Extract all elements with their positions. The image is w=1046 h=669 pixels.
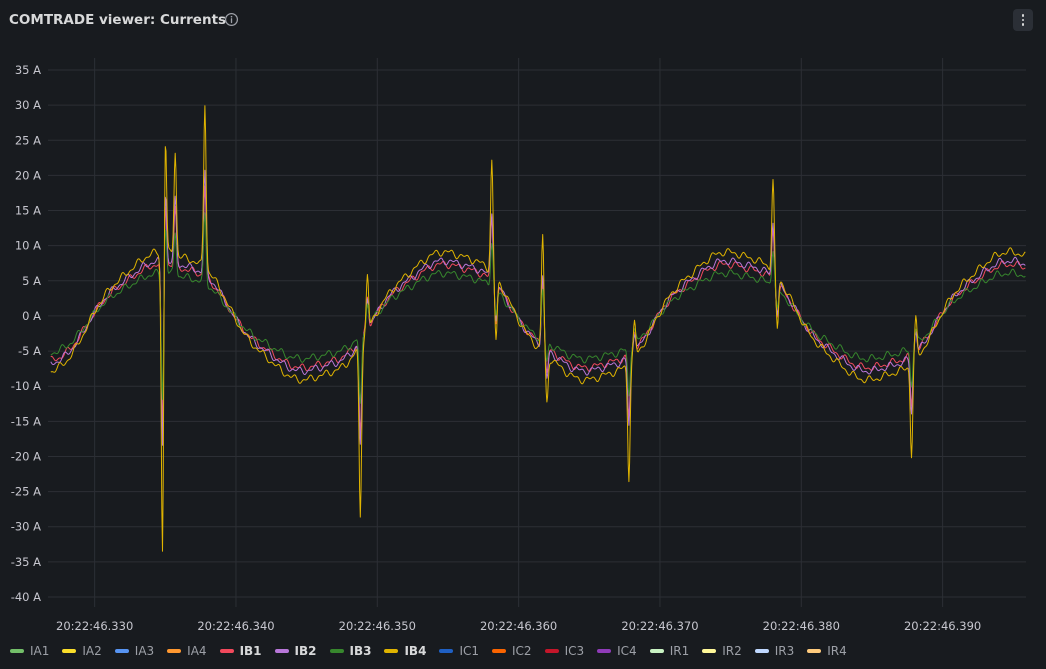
legend-item-ir1[interactable]: IR1 [649, 644, 690, 658]
y-tick-label: 0 A [22, 309, 41, 323]
legend-swatch [274, 649, 289, 653]
legend-label: IC4 [617, 644, 637, 658]
y-tick-label: -35 A [11, 555, 41, 569]
legend-label: IB2 [294, 644, 317, 658]
legend-label: IC3 [564, 644, 585, 658]
legend-swatch [167, 649, 182, 653]
series-lines [50, 105, 1026, 552]
y-tick-label: -40 A [11, 590, 41, 604]
x-axis: 20:22:46.330 20:22:46.340 20:22:46.350 20:2… [56, 619, 981, 633]
legend-label: IR3 [774, 644, 795, 658]
y-tick-label: -5 A [18, 344, 41, 358]
legend-label: IR4 [827, 644, 847, 658]
x-tick-label: 20:22:46.360 [480, 619, 557, 633]
legend-swatch [492, 649, 506, 653]
x-tick-label: 20:22:46.390 [904, 619, 981, 633]
panel-menu-button[interactable] [1013, 9, 1033, 31]
y-axis: 35 A 30 A 25 A 20 A 15 A 10 A 5 A 0 A -5 A -10 A -… [11, 63, 41, 604]
y-tick-label: -30 A [11, 520, 41, 534]
x-tick-label: 20:22:46.340 [197, 619, 274, 633]
legend-label: IB3 [349, 644, 372, 658]
x-tick-label: 20:22:46.380 [763, 619, 840, 633]
grid-lines [48, 58, 1026, 607]
y-tick-label: 30 A [15, 98, 41, 112]
legend-label: IC1 [459, 644, 479, 658]
legend-label: IB1 [239, 644, 262, 658]
y-tick-label: 15 A [15, 204, 41, 218]
series-line-ib3 [50, 212, 1026, 404]
y-tick-label: -10 A [11, 379, 41, 393]
series-line-ib2 [50, 169, 1026, 446]
legend-swatch [62, 649, 77, 653]
legend-item-ic2[interactable]: IC2 [492, 644, 532, 658]
chart-legend: IA1 IA2 IA3 IA4 IB1 IB2 IB3 IB4 IC1 IC2 IC3 IC4 IR1 I… [0, 640, 1046, 662]
legend-swatch [439, 649, 454, 653]
legend-item-ir4[interactable]: IR4 [807, 644, 847, 658]
series-line-ib4 [50, 105, 1026, 552]
legend-item-ib4[interactable]: IB4 [384, 644, 426, 658]
panel-header: COMTRADE viewer: Currents [0, 0, 1046, 40]
legend-swatch [649, 649, 664, 653]
legend-item-ic1[interactable]: IC1 [439, 644, 479, 658]
y-tick-label: -20 A [11, 449, 41, 463]
legend-swatch [10, 649, 24, 653]
legend-item-ia2[interactable]: IA2 [62, 644, 102, 658]
legend-swatch [702, 649, 717, 653]
y-tick-label: -25 A [11, 485, 41, 499]
legend-item-ia1[interactable]: IA1 [10, 644, 49, 658]
legend-item-ia4[interactable]: IA4 [167, 644, 207, 658]
more-vertical-icon [1021, 13, 1025, 27]
x-tick-label: 20:22:46.330 [56, 619, 133, 633]
legend-label: IA1 [30, 644, 50, 658]
legend-swatch [114, 649, 129, 653]
info-circle-icon[interactable] [224, 12, 239, 27]
legend-item-ic4[interactable]: IC4 [597, 644, 637, 658]
legend-item-ir3[interactable]: IR3 [754, 644, 795, 658]
y-tick-label: 20 A [15, 168, 41, 182]
legend-item-ib3[interactable]: IB3 [329, 644, 372, 658]
legend-label: IA3 [134, 644, 155, 658]
y-tick-label: 25 A [15, 133, 41, 147]
legend-label: IA2 [82, 644, 102, 658]
legend-label: IA4 [187, 644, 207, 658]
x-tick-label: 20:22:46.370 [621, 619, 698, 633]
legend-item-ib1[interactable]: IB1 [219, 644, 262, 658]
x-tick-label: 20:22:46.350 [339, 619, 416, 633]
legend-label: IC2 [512, 644, 532, 658]
y-tick-label: 5 A [22, 274, 41, 288]
legend-swatch [219, 649, 234, 653]
legend-swatch [544, 649, 559, 653]
y-tick-label: 35 A [15, 63, 41, 77]
legend-item-ib2[interactable]: IB2 [274, 644, 317, 658]
legend-label: IR2 [722, 644, 742, 658]
series-line-ib1 [50, 185, 1026, 435]
chart-plot[interactable]: 35 A 30 A 25 A 20 A 15 A 10 A 5 A 0 A -5 A -10 A -… [0, 40, 1046, 640]
legend-swatch [384, 649, 399, 653]
legend-item-ic3[interactable]: IC3 [544, 644, 585, 658]
legend-label: IB4 [404, 644, 427, 658]
legend-swatch [329, 649, 344, 653]
y-tick-label: 10 A [15, 239, 41, 253]
legend-item-ir2[interactable]: IR2 [702, 644, 742, 658]
legend-swatch [807, 649, 822, 653]
legend-item-ia3[interactable]: IA3 [114, 644, 155, 658]
panel: COMTRADE viewer: Currents 35 A 30 A 25 A 20… [0, 0, 1046, 669]
legend-label: IR1 [669, 644, 690, 658]
y-tick-label: -15 A [11, 414, 41, 428]
panel-title[interactable]: COMTRADE viewer: Currents [9, 12, 226, 28]
legend-swatch [754, 649, 769, 653]
legend-swatch [597, 649, 612, 653]
